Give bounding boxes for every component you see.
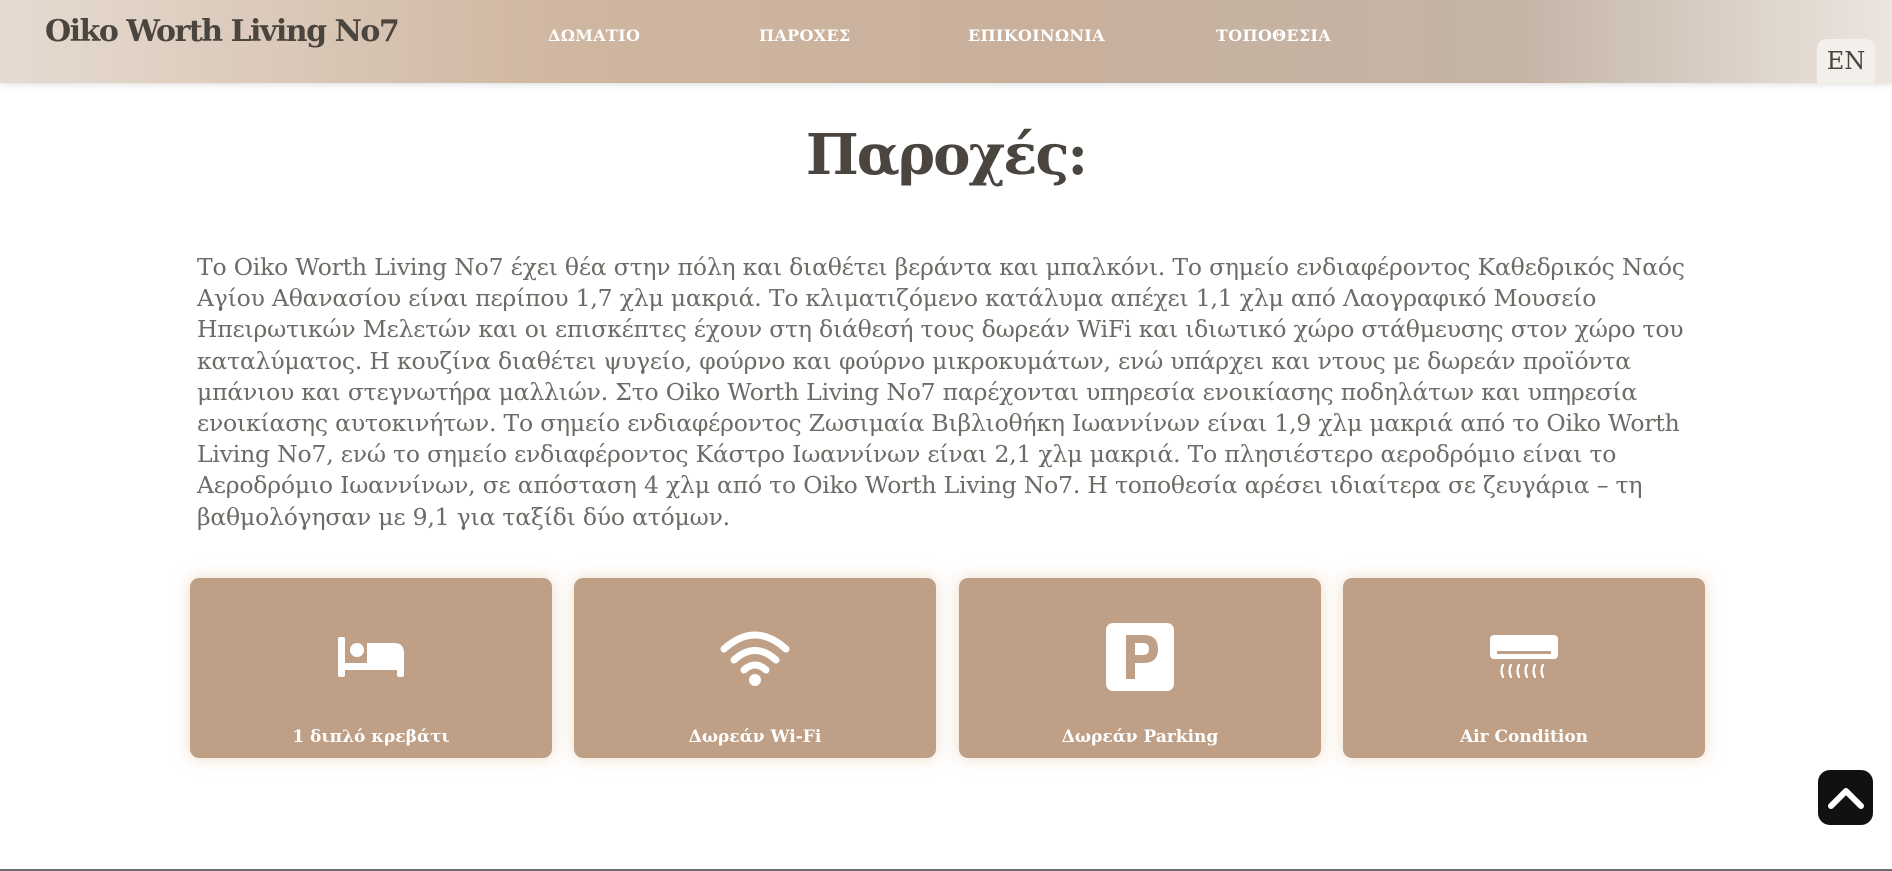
- top-navbar: Oiko Worth Living No7 ΔΩΜΑΤΙΟ ΠΑΡΟΧΕΣ ΕΠ…: [0, 0, 1892, 83]
- nav-link-room[interactable]: ΔΩΜΑΤΙΟ: [548, 26, 640, 45]
- scroll-to-top-button[interactable]: [1818, 770, 1873, 825]
- wifi-icon: [574, 620, 936, 694]
- language-button[interactable]: EN: [1817, 39, 1875, 83]
- amenity-card-air-condition: Air Condition: [1343, 578, 1705, 758]
- amenity-card-wifi: Δωρεάν Wi-Fi: [574, 578, 936, 758]
- nav-link-contact[interactable]: ΕΠΙΚΟΙΝΩΝΙΑ: [968, 26, 1105, 45]
- chevron-up-icon: [1827, 787, 1864, 809]
- amenity-label: Air Condition: [1459, 727, 1589, 747]
- site-brand[interactable]: Oiko Worth Living No7: [45, 14, 400, 49]
- property-description: Το Oiko Worth Living No7 έχει θέα στην π…: [197, 253, 1685, 531]
- amenity-card-bed: 1 διπλό κρεβάτι: [190, 578, 552, 758]
- bed-icon: [190, 620, 552, 694]
- page-title: Παροχές:: [805, 122, 1088, 188]
- nav-link-amenities[interactable]: ΠΑΡΟΧΕΣ: [759, 26, 851, 45]
- amenity-label: Δωρεάν Wi-Fi: [688, 727, 822, 747]
- amenity-label: 1 διπλό κρεβάτι: [292, 727, 450, 747]
- air-conditioner-icon: [1343, 620, 1705, 694]
- parking-icon: [959, 620, 1321, 694]
- amenity-label: Δωρεάν Parking: [1061, 727, 1219, 747]
- amenity-card-parking: Δωρεάν Parking: [959, 578, 1321, 758]
- nav-link-location[interactable]: ΤΟΠΟΘΕΣΙΑ: [1216, 26, 1331, 45]
